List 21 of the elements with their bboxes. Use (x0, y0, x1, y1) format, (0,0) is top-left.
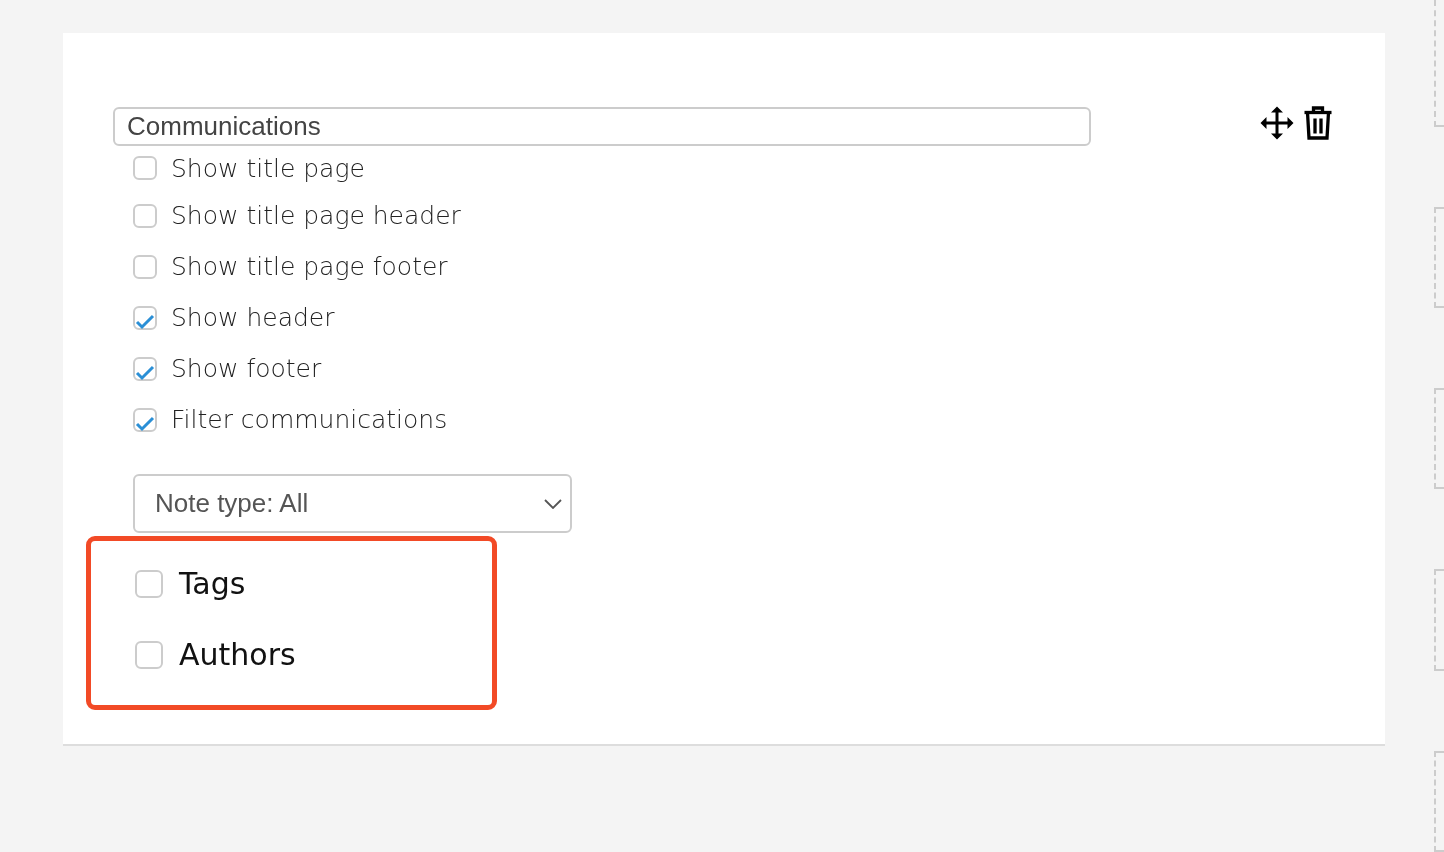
note-type-select[interactable]: Note type: All (133, 474, 572, 533)
option-label: Authors (179, 637, 296, 672)
title-field[interactable]: Communications (113, 107, 1091, 146)
checkbox[interactable] (135, 569, 163, 598)
option-label: Tags (179, 566, 246, 601)
checkbox[interactable] (135, 640, 163, 669)
checkbox[interactable] (133, 254, 157, 279)
checkbox[interactable] (133, 305, 157, 330)
checkbox[interactable] (133, 407, 157, 432)
option-label: Show title page header (171, 201, 461, 230)
checkbox[interactable] (133, 156, 157, 180)
checkbox[interactable] (133, 203, 157, 228)
move-icon[interactable] (1259, 105, 1295, 141)
option-label: Show footer (171, 354, 322, 383)
option-label: Filter communications (171, 405, 448, 434)
chevron-down-icon (544, 498, 562, 509)
checkbox[interactable] (133, 356, 157, 381)
option-label: Show title page footer (171, 252, 448, 281)
option-label: Show title page (171, 153, 365, 183)
trash-icon[interactable] (1303, 104, 1333, 142)
option-label: Show header (171, 303, 335, 332)
